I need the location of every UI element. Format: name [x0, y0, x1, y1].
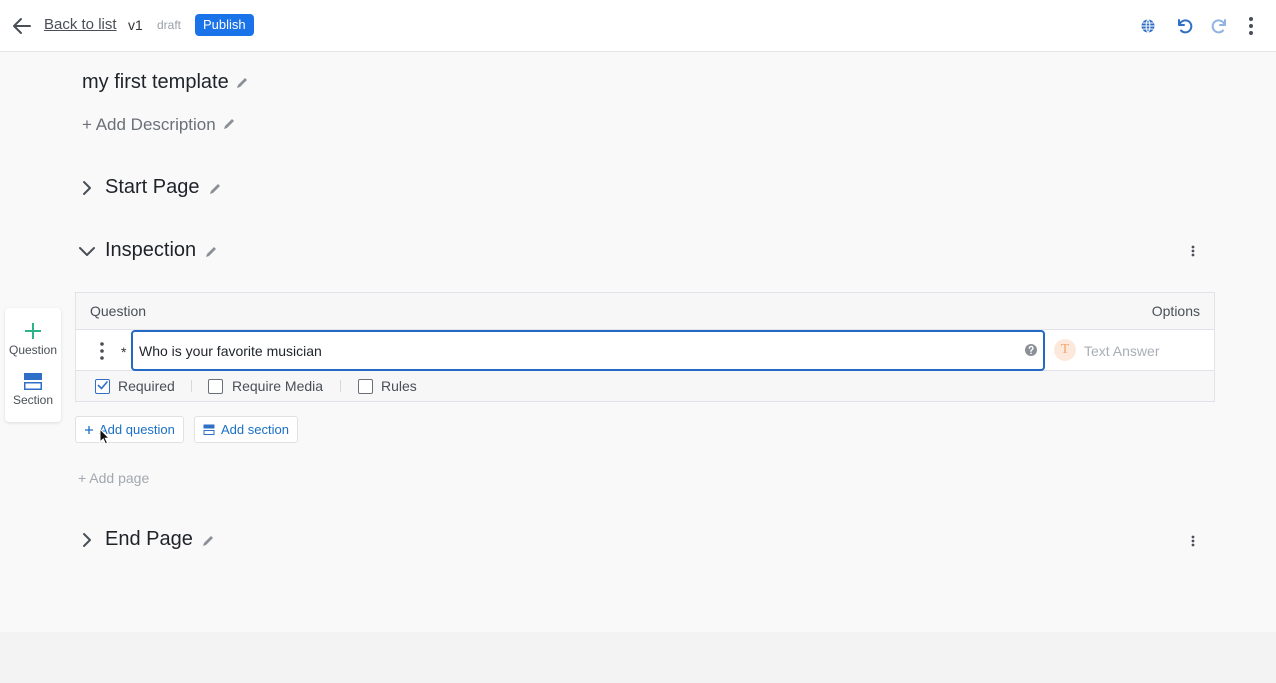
page-title[interactable]: Start Page [105, 176, 200, 199]
column-header-options: Options [1151, 303, 1200, 319]
page-start[interactable]: Start Page [76, 174, 276, 204]
back-arrow-icon[interactable] [10, 14, 34, 38]
back-to-list-link[interactable]: Back to list [44, 16, 117, 33]
chevron-down-icon[interactable] [76, 240, 98, 262]
page-title[interactable]: End Page [105, 528, 193, 551]
edit-page-pencil-icon[interactable] [201, 534, 215, 553]
required-marker: * [121, 344, 127, 360]
page-more-icon[interactable] [1183, 241, 1203, 261]
side-add-section[interactable]: Section [5, 372, 61, 407]
side-add-question[interactable]: Question [5, 322, 61, 357]
plus-icon [85, 425, 93, 434]
rules-checkbox[interactable] [358, 379, 373, 394]
redo-icon[interactable] [1208, 14, 1232, 38]
edit-title-pencil-icon[interactable] [235, 76, 249, 95]
side-add-section-label: Section [12, 393, 54, 407]
add-section-button[interactable]: Add section [194, 416, 298, 443]
question-text-input[interactable] [131, 330, 1045, 371]
required-checkbox[interactable] [95, 379, 110, 394]
edit-description-pencil-icon[interactable] [222, 117, 236, 136]
side-add-question-label: Question [8, 343, 58, 357]
page-title[interactable]: Inspection [105, 239, 196, 262]
drag-handle-icon[interactable] [92, 339, 112, 363]
required-label[interactable]: Required [118, 378, 175, 394]
globe-icon[interactable] [1136, 14, 1160, 38]
check-icon [97, 381, 108, 390]
question-options-row: Required Require Media Rules [76, 377, 1214, 397]
version-label: v1 [128, 17, 143, 33]
add-page-link[interactable]: + Add page [78, 470, 149, 486]
edit-page-pencil-icon[interactable] [204, 245, 218, 264]
edit-page-pencil-icon[interactable] [208, 182, 222, 201]
section-icon [24, 373, 42, 390]
page-end[interactable]: End Page [76, 526, 276, 556]
add-question-button[interactable]: Add question [75, 416, 184, 443]
text-answer-icon[interactable]: T [1054, 339, 1076, 361]
require-media-checkbox[interactable] [208, 379, 223, 394]
plus-icon [25, 323, 41, 339]
section-icon [203, 424, 215, 435]
rules-label[interactable]: Rules [381, 378, 417, 394]
add-section-label: Add section [221, 422, 289, 437]
help-icon[interactable] [1024, 343, 1038, 357]
page-more-icon[interactable] [1183, 531, 1203, 551]
publish-button[interactable]: Publish [195, 14, 254, 36]
undo-icon[interactable] [1172, 14, 1196, 38]
question-row: * T Text Answer [76, 329, 1214, 371]
footer-band [0, 632, 1276, 683]
divider [191, 380, 192, 392]
top-bar: Back to list v1 draft Publish [0, 0, 1276, 52]
page-inspection[interactable]: Inspection [76, 237, 276, 267]
column-header-question: Question [90, 303, 147, 319]
chevron-right-icon[interactable] [76, 529, 98, 551]
mouse-cursor-icon [99, 427, 111, 450]
require-media-label[interactable]: Require Media [232, 378, 323, 394]
more-vertical-icon[interactable] [1239, 14, 1263, 38]
status-label: draft [157, 18, 182, 32]
chevron-right-icon[interactable] [76, 177, 98, 199]
question-table: Question Options * T Text Answer Require… [75, 292, 1215, 402]
template-title[interactable]: my first template [82, 71, 229, 94]
add-description-link[interactable]: + Add Description [82, 115, 216, 135]
add-item-panel: Question Section [5, 308, 61, 422]
divider [340, 380, 341, 392]
answer-type-label[interactable]: Text Answer [1084, 343, 1159, 359]
